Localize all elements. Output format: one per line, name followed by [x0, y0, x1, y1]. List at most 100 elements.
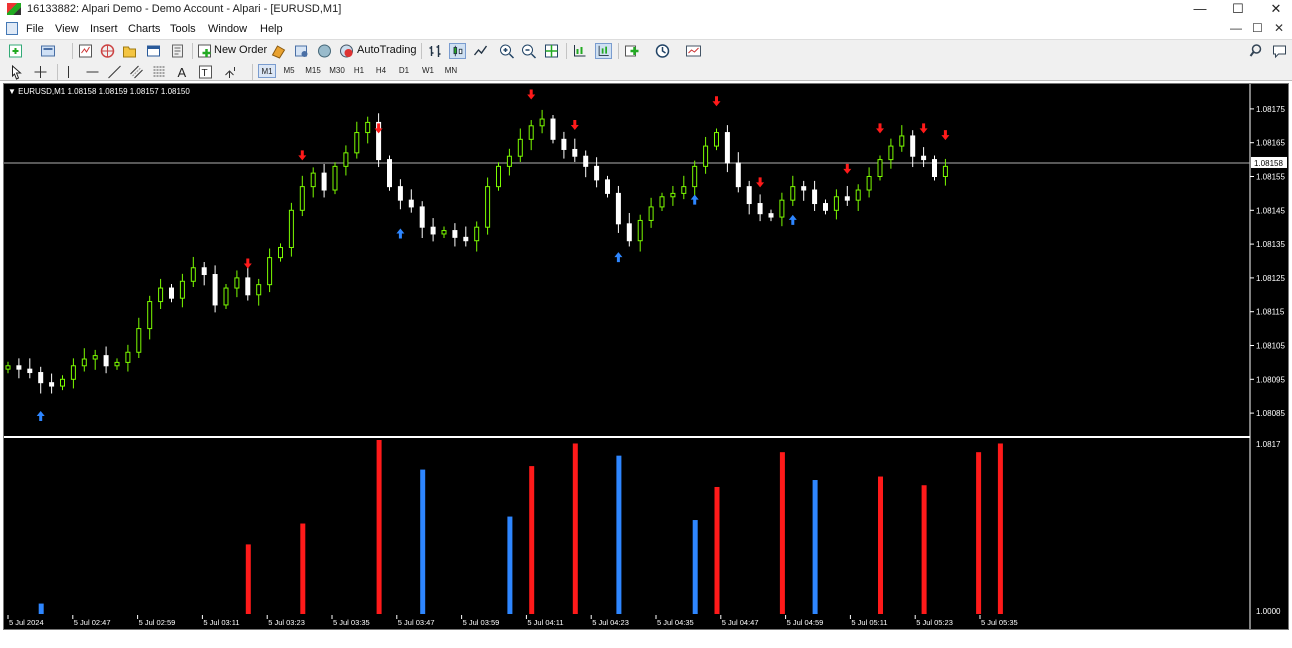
- candle-body: [692, 165, 698, 188]
- auto-scroll-icon[interactable]: [595, 43, 612, 59]
- timeframe-m30[interactable]: M30: [326, 64, 348, 78]
- candlestick-chart-icon[interactable]: [449, 43, 466, 59]
- menu-bar: File View Insert Charts Tools Window Hel…: [0, 19, 1292, 39]
- x-tick-label: 5 Jul 2024: [9, 618, 44, 627]
- candle-body: [408, 199, 414, 208]
- candle-body: [615, 192, 621, 225]
- timeframe-m1[interactable]: M1: [258, 64, 276, 78]
- candle-body: [5, 365, 11, 370]
- y-tick-label: 1.08095: [1256, 375, 1285, 384]
- menu-insert[interactable]: Insert: [90, 23, 118, 35]
- x-tick-label: 5 Jul 03:23: [268, 618, 305, 627]
- buy-arrow-icon: [36, 410, 45, 421]
- histogram-bar: [376, 440, 382, 614]
- zoom-out-icon[interactable]: [520, 43, 537, 59]
- app-logo-icon: [7, 3, 21, 15]
- menu-window[interactable]: Window: [208, 23, 247, 35]
- candle-body: [288, 209, 294, 248]
- crosshair-icon[interactable]: [32, 64, 49, 80]
- timeframe-m15[interactable]: M15: [302, 64, 324, 78]
- histogram-bar: [812, 480, 818, 614]
- autotrading-icon[interactable]: [338, 43, 355, 59]
- arrows-icon[interactable]: [222, 64, 239, 80]
- menu-file[interactable]: File: [26, 23, 44, 35]
- fibonacci-icon[interactable]: [151, 64, 168, 80]
- candle-body: [158, 287, 164, 303]
- child-close-button[interactable]: ✕: [1274, 21, 1284, 35]
- close-button[interactable]: ✕: [1259, 1, 1292, 17]
- menu-view[interactable]: View: [55, 23, 79, 35]
- tile-windows-icon[interactable]: [543, 43, 560, 59]
- new-chart-icon[interactable]: [8, 43, 25, 59]
- maximize-button[interactable]: ☐: [1221, 1, 1255, 17]
- vertical-line-icon[interactable]: [60, 64, 77, 80]
- trendline-icon[interactable]: [106, 64, 123, 80]
- strategy-tester-icon[interactable]: [169, 43, 186, 59]
- timeframe-mn[interactable]: MN: [441, 64, 461, 78]
- timeframe-d1[interactable]: D1: [395, 64, 413, 78]
- indicators-icon[interactable]: [624, 43, 641, 59]
- search-icon[interactable]: [1249, 43, 1266, 59]
- chart-shift-icon[interactable]: [571, 43, 588, 59]
- profiles-icon[interactable]: [40, 43, 57, 59]
- candle-body: [921, 155, 927, 161]
- histogram-max-label: 1.0817: [1256, 440, 1281, 449]
- sell-arrow-icon: [876, 123, 884, 134]
- candle-body: [746, 186, 752, 205]
- chart-document-icon[interactable]: [6, 22, 18, 35]
- equidistant-channel-icon[interactable]: [128, 64, 145, 80]
- histogram-bar: [572, 443, 578, 614]
- histogram-bar: [300, 523, 306, 614]
- menu-charts[interactable]: Charts: [128, 23, 160, 35]
- signals-icon[interactable]: [293, 43, 310, 59]
- timeframe-m5[interactable]: M5: [280, 64, 298, 78]
- line-chart-icon[interactable]: [472, 43, 489, 59]
- templates-icon[interactable]: [685, 43, 702, 59]
- text-label-icon[interactable]: T: [197, 64, 214, 80]
- chart-window[interactable]: ▼ EURUSD,M1 1.08158 1.08159 1.08157 1.08…: [3, 83, 1289, 630]
- horizontal-line-icon[interactable]: [84, 64, 101, 80]
- terminal-icon[interactable]: [145, 43, 162, 59]
- autotrading-button[interactable]: AutoTrading: [357, 44, 417, 56]
- menu-help[interactable]: Help: [260, 23, 283, 35]
- toolbar-separator: [566, 43, 567, 59]
- new-order-button[interactable]: New Order: [214, 44, 267, 56]
- candle-body: [659, 196, 665, 208]
- bar-chart-icon[interactable]: [427, 43, 444, 59]
- candle-body: [441, 230, 447, 235]
- timeframe-w1[interactable]: W1: [419, 64, 437, 78]
- sell-arrow-icon: [941, 130, 950, 141]
- histogram-bar: [529, 466, 535, 614]
- title-bar: 16133882: Alpari Demo - Demo Account - A…: [0, 0, 1292, 19]
- child-minimize-button[interactable]: —: [1230, 21, 1242, 35]
- zoom-in-icon[interactable]: [498, 43, 515, 59]
- x-tick-label: 5 Jul 04:11: [527, 618, 563, 627]
- candle-body: [594, 165, 600, 181]
- candle-body: [332, 165, 338, 191]
- metaeditor-icon[interactable]: [270, 43, 287, 59]
- histogram-bar: [997, 443, 1003, 614]
- navigator-icon[interactable]: [121, 43, 138, 59]
- candle-body: [550, 118, 556, 140]
- market-icon[interactable]: [316, 43, 333, 59]
- toolbar-separator: [618, 43, 619, 59]
- candle-body: [430, 226, 436, 235]
- timeframe-h4[interactable]: H4: [372, 64, 390, 78]
- timeframe-h1[interactable]: H1: [350, 64, 368, 78]
- new-order-icon[interactable]: [197, 43, 214, 59]
- child-restore-button[interactable]: ☐: [1252, 21, 1263, 35]
- candle-body: [419, 206, 425, 228]
- candle-body: [528, 125, 534, 140]
- minimize-button[interactable]: —: [1183, 1, 1217, 17]
- candle-body: [321, 172, 327, 191]
- menu-tools[interactable]: Tools: [170, 23, 196, 35]
- cursor-icon[interactable]: [8, 64, 25, 80]
- status-area: [0, 630, 1292, 648]
- periods-icon[interactable]: [654, 43, 671, 59]
- chart-canvas[interactable]: ▼ EURUSD,M1 1.08158 1.08159 1.08157 1.08…: [4, 84, 1288, 629]
- text-icon[interactable]: A: [174, 64, 191, 80]
- market-watch-icon[interactable]: [77, 43, 94, 59]
- histogram-bar: [878, 476, 883, 614]
- chat-icon[interactable]: [1271, 43, 1288, 59]
- data-window-icon[interactable]: [99, 43, 116, 59]
